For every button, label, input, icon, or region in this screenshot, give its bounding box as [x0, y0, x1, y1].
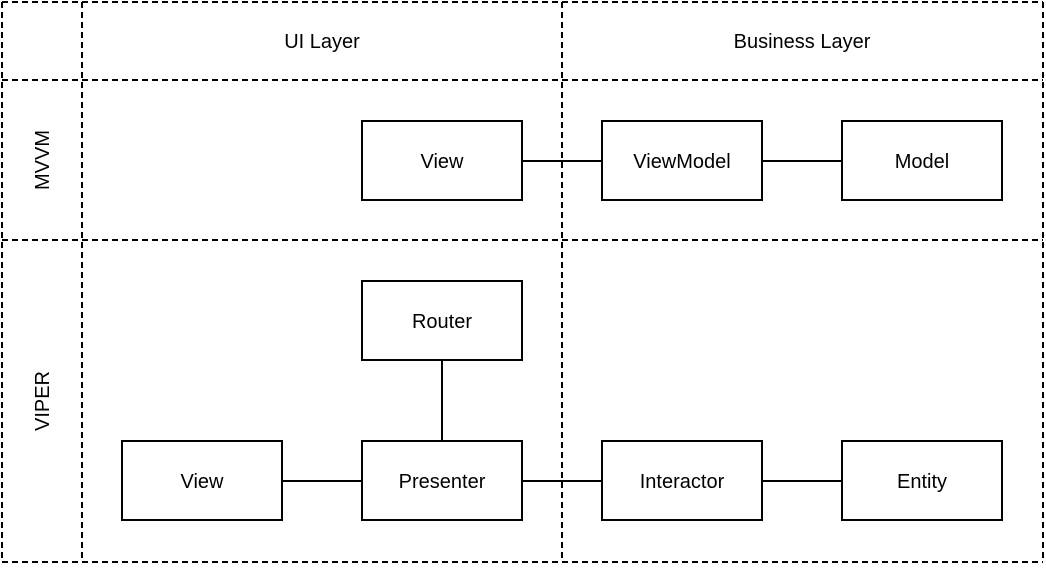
node-viper-interactor[interactable]: Interactor: [601, 440, 763, 521]
node-viper-router[interactable]: Router: [361, 280, 523, 361]
column-header-ui-layer: UI Layer: [284, 31, 360, 53]
node-viper-entity[interactable]: Entity: [841, 440, 1003, 521]
column-header-business-layer: Business Layer: [734, 31, 871, 53]
node-label: Router: [412, 311, 472, 333]
node-mvvm-viewmodel[interactable]: ViewModel: [601, 120, 763, 201]
node-label: View: [421, 151, 465, 173]
node-viper-view[interactable]: View: [121, 440, 283, 521]
node-label: Interactor: [640, 471, 725, 493]
node-label: View: [181, 471, 225, 493]
node-viper-presenter[interactable]: Presenter: [361, 440, 523, 521]
node-mvvm-model[interactable]: Model: [841, 120, 1003, 201]
architecture-diagram: UI Layer Business Layer MVVM VIPER View …: [1, 1, 1044, 563]
node-label: ViewModel: [633, 151, 730, 173]
row-header-mvvm: MVVM: [32, 130, 54, 190]
row-header-viper: VIPER: [32, 371, 54, 431]
node-mvvm-view[interactable]: View: [361, 120, 523, 201]
node-label: Entity: [897, 471, 947, 493]
node-label: Presenter: [399, 471, 486, 493]
node-label: Model: [895, 151, 949, 173]
